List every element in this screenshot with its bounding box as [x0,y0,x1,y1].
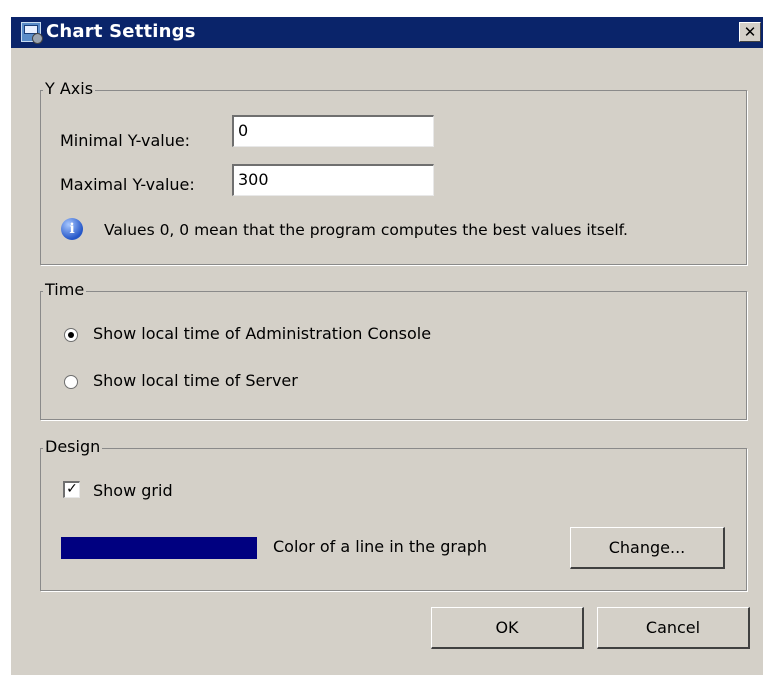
design-legend: Design [43,437,103,456]
min-y-label: Minimal Y-value: [60,131,191,150]
radio-local-console[interactable] [64,328,78,342]
chart-settings-icon [21,22,43,44]
line-color-label: Color of a line in the graph [273,537,488,556]
radio-local-server[interactable] [64,375,78,389]
title-bar[interactable]: Chart Settings ✕ [11,17,763,48]
y-axis-legend: Y Axis [43,79,96,98]
change-color-button[interactable]: Change... [570,527,725,569]
ok-button[interactable]: OK [431,607,584,649]
radio-local-console-label[interactable]: Show local time of Administration Consol… [93,324,431,343]
time-legend: Time [43,280,87,299]
max-y-input[interactable]: 300 [232,164,434,196]
show-grid-label[interactable]: Show grid [93,481,173,500]
radio-local-server-label[interactable]: Show local time of Server [93,371,298,390]
min-y-input[interactable]: 0 [232,115,434,147]
time-group: Time [40,280,747,420]
dialog-title: Chart Settings [46,21,196,42]
info-icon: i [61,218,83,240]
line-color-swatch [61,537,257,559]
design-group: Design [40,437,747,591]
chart-settings-dialog: Chart Settings ✕ Y Axis Minimal Y-value:… [11,17,763,675]
cancel-button[interactable]: Cancel [597,607,750,649]
close-button[interactable]: ✕ [739,22,761,42]
show-grid-checkbox[interactable]: ✓ [63,481,80,498]
y-axis-info-text: Values 0, 0 mean that the program comput… [104,221,628,239]
max-y-label: Maximal Y-value: [60,175,195,194]
